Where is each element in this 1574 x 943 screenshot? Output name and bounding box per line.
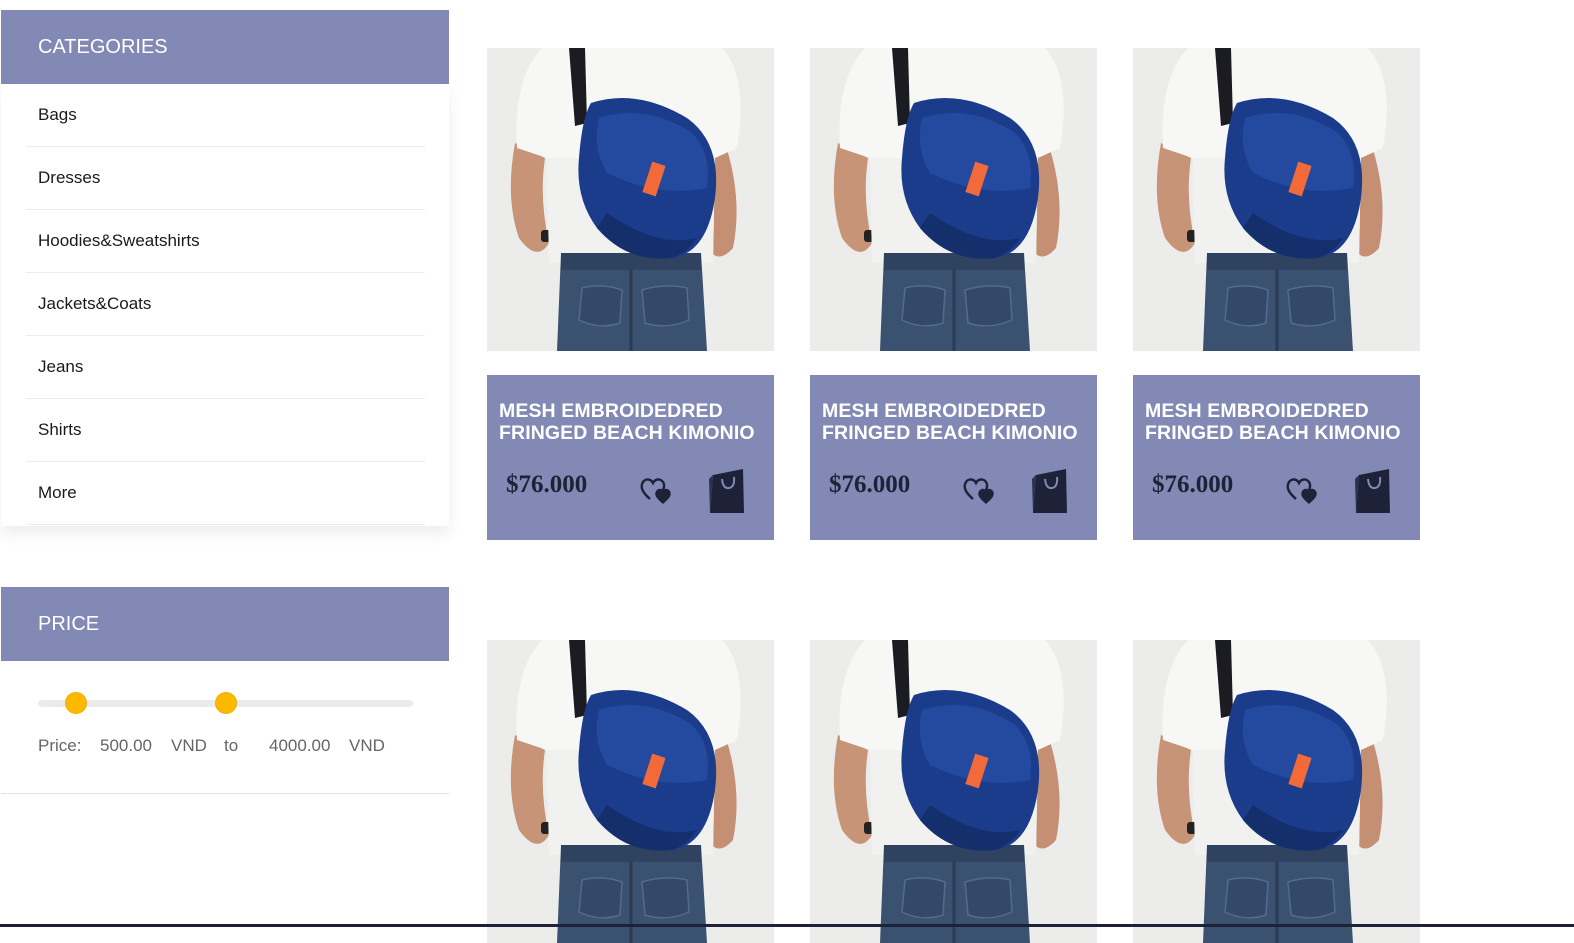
price-max-slider-handle[interactable] <box>215 693 236 713</box>
product-price: $76.000 <box>1152 471 1234 498</box>
product-image[interactable] <box>1133 640 1420 943</box>
product-info-box: MESH EMBROIDEDRED FRINGED BEACH KIMONIO … <box>810 375 1097 540</box>
product-price: $76.000 <box>829 471 911 498</box>
category-item-jeans[interactable]: Jeans <box>26 336 425 399</box>
price-min-value: 500.00 <box>100 736 152 755</box>
price-divider <box>1 793 449 794</box>
product-title[interactable]: MESH EMBROIDEDRED FRINGED BEACH KIMONIO <box>499 400 769 444</box>
product-image[interactable] <box>810 48 1097 351</box>
product-price: $76.000 <box>506 471 588 498</box>
categories-header: CATEGORIES <box>1 10 449 84</box>
price-title: PRICE <box>38 613 100 635</box>
price-separator: to <box>224 736 239 755</box>
price-max-currency: VND <box>349 736 385 755</box>
category-item-bags[interactable]: Bags <box>26 84 425 147</box>
category-item-shirts[interactable]: Shirts <box>26 399 425 462</box>
heart-icon[interactable] <box>639 475 675 510</box>
price-header: PRICE <box>1 587 449 661</box>
shopping-bag-icon[interactable] <box>707 467 747 520</box>
categories-title: CATEGORIES <box>38 36 168 58</box>
shopping-bag-icon[interactable] <box>1030 467 1070 520</box>
heart-icon[interactable] <box>1285 475 1321 510</box>
category-item-jackets-coats[interactable]: Jackets&Coats <box>26 273 425 336</box>
product-image[interactable] <box>1133 48 1420 351</box>
category-list: Bags Dresses Hoodies&Sweatshirts Jackets… <box>1 84 449 526</box>
product-image[interactable] <box>487 640 774 943</box>
price-label: Price: <box>38 736 82 755</box>
price-max-value: 4000.00 <box>269 736 331 755</box>
category-item-dresses[interactable]: Dresses <box>26 147 425 210</box>
category-item-hoodies-sweatshirts[interactable]: Hoodies&Sweatshirts <box>26 210 425 273</box>
product-image[interactable] <box>487 48 774 351</box>
product-info-box: MESH EMBROIDEDRED FRINGED BEACH KIMONIO … <box>487 375 774 540</box>
product-title[interactable]: MESH EMBROIDEDRED FRINGED BEACH KIMONIO <box>822 400 1092 444</box>
price-min-currency: VND <box>171 736 207 755</box>
product-info-box: MESH EMBROIDEDRED FRINGED BEACH KIMONIO … <box>1133 375 1420 540</box>
page-bottom-rule <box>0 924 1574 927</box>
category-item-more[interactable]: More <box>26 462 425 525</box>
product-title[interactable]: MESH EMBROIDEDRED FRINGED BEACH KIMONIO <box>1145 400 1415 444</box>
heart-icon[interactable] <box>962 475 998 510</box>
price-min-slider-handle[interactable] <box>65 693 86 713</box>
shopping-bag-icon[interactable] <box>1353 467 1393 520</box>
product-image[interactable] <box>810 640 1097 943</box>
